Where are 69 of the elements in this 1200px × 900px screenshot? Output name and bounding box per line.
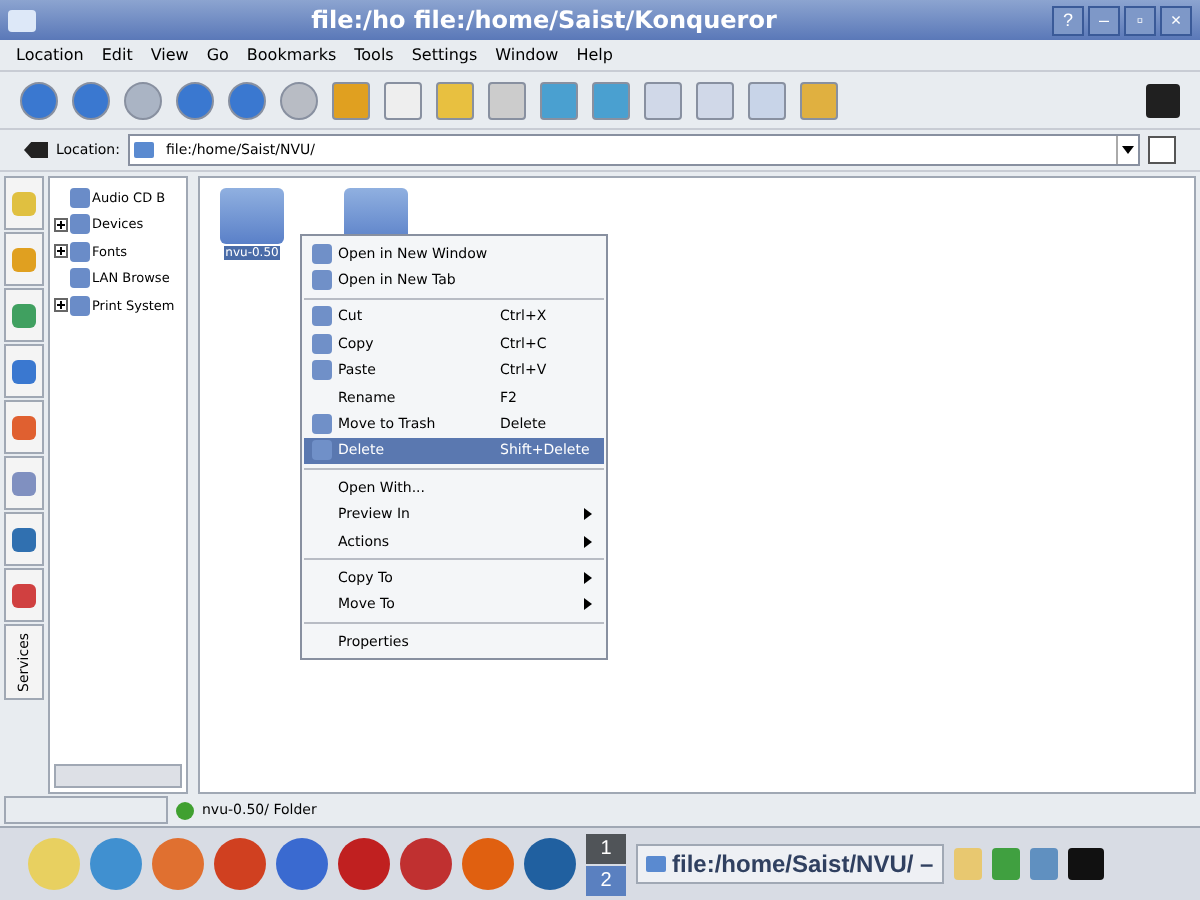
launcher-icon[interactable] [276, 838, 328, 890]
toolbar-icon[interactable] [488, 81, 526, 119]
toolbar-icon[interactable] [540, 81, 578, 119]
clear-icon[interactable] [24, 142, 48, 158]
toolbar-icon[interactable] [592, 81, 630, 119]
menu-item-icon [311, 306, 331, 327]
toolbar-icon[interactable] [384, 81, 422, 119]
toolbar-icon[interactable] [332, 81, 370, 119]
window-title: file:/ho file:/home/Saist/Konqueror [309, 6, 779, 34]
task-button[interactable]: file:/home/Saist/NVU/ – [636, 844, 944, 884]
tree-item-icon [70, 241, 90, 262]
menu-item-icon [311, 414, 331, 435]
toolbar-icon[interactable] [436, 81, 474, 119]
menu-item-icon [311, 270, 331, 291]
menu-item[interactable]: View [150, 46, 189, 64]
toolbar-icon[interactable] [228, 81, 266, 119]
toolbar-icon[interactable] [696, 81, 734, 119]
tree-item-icon [70, 295, 90, 316]
sidebar-tab[interactable] [4, 568, 44, 622]
toolbar-icon[interactable] [748, 81, 786, 119]
sidebar-tab[interactable] [4, 344, 44, 398]
toolbar-icon[interactable] [124, 81, 162, 119]
dropdown-icon[interactable] [1116, 136, 1138, 164]
tray-icon[interactable] [991, 848, 1020, 880]
launcher-icon[interactable] [400, 838, 452, 890]
menu-item[interactable]: Window [495, 46, 559, 64]
sidebar-tab[interactable] [4, 512, 44, 566]
expand-icon[interactable] [54, 298, 68, 313]
desktop-button[interactable]: 2 [586, 865, 626, 895]
sidebar-tab[interactable] [4, 288, 44, 342]
tree-item-icon [70, 268, 90, 289]
desktop-button[interactable]: 1 [586, 833, 626, 863]
toolbar-icon[interactable] [800, 81, 838, 119]
expand-icon[interactable] [54, 244, 68, 259]
sidebar-tab[interactable] [4, 232, 44, 286]
expand-icon[interactable] [54, 217, 68, 232]
status-icon [176, 801, 194, 819]
menu-item[interactable]: Bookmarks [246, 46, 337, 64]
menu-item[interactable]: Location [16, 46, 84, 64]
submenu-arrow-icon [584, 571, 592, 584]
launcher-icon[interactable] [524, 838, 576, 890]
launcher-icon[interactable] [338, 838, 390, 890]
menu-item[interactable]: Go [206, 46, 229, 64]
launcher-icon[interactable] [214, 838, 266, 890]
menu-item-icon [311, 440, 331, 461]
tree-item-icon [70, 187, 90, 208]
menu-item-icon [311, 360, 331, 381]
menu-item[interactable]: Edit [101, 46, 133, 64]
launcher-icon[interactable] [152, 838, 204, 890]
toolbar-icon[interactable] [644, 81, 682, 119]
toolbar-icon[interactable] [20, 81, 58, 119]
menu-item-icon [311, 333, 331, 354]
sidebar-tab[interactable] [4, 176, 44, 230]
launcher-icon[interactable] [90, 838, 142, 890]
submenu-arrow-icon [584, 508, 592, 521]
menu-item[interactable]: Tools [354, 46, 394, 64]
tree-item-icon [70, 214, 90, 235]
submenu-arrow-icon [584, 535, 592, 548]
sidebar-tab[interactable] [4, 400, 44, 454]
toolbar-icon[interactable] [72, 81, 110, 119]
submenu-arrow-icon [584, 598, 592, 611]
sidebar-tab[interactable] [4, 456, 44, 510]
menu-item[interactable]: Help [576, 46, 613, 64]
menu-item-icon [311, 243, 331, 264]
scroll-bar[interactable] [54, 764, 182, 788]
toolbar-icon[interactable] [280, 81, 318, 119]
toolbar-icon[interactable] [176, 81, 214, 119]
menu-item[interactable]: Settings [411, 46, 478, 64]
launcher-icon[interactable] [462, 838, 514, 890]
